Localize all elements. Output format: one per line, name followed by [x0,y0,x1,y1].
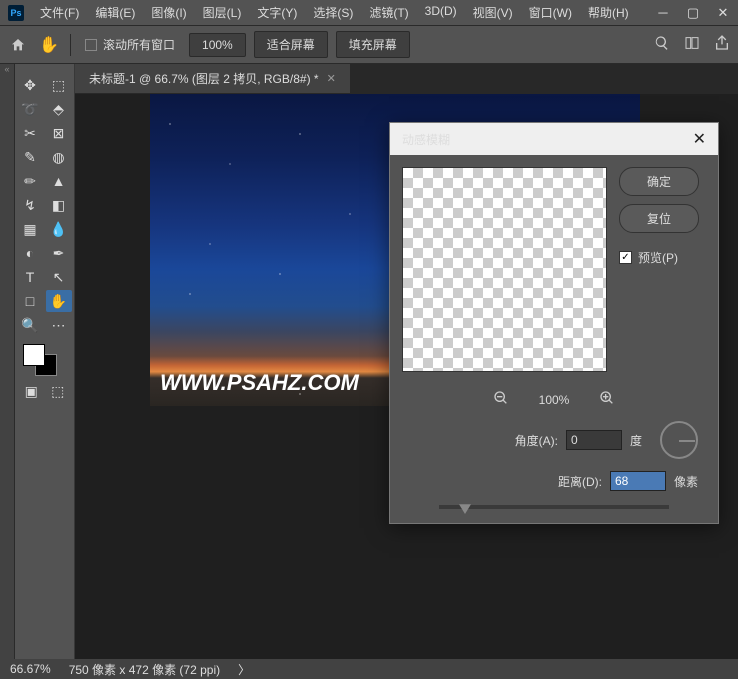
tools-panel: ✥ ⬚ ➰ ⬘ ✂ ⊠ ✎ ◍ ✏ ▲ ↯ ◧ ▦ 💧 ◐ ✒ T ↖ □ ✋ … [15,64,75,659]
distance-unit: 像素 [674,473,698,490]
preview-checkbox[interactable]: ✓ 预览(P) [619,249,699,266]
status-chevron-icon[interactable]: 〉 [238,661,250,678]
close-button[interactable]: ✕ [708,1,738,25]
pen-tool[interactable]: ✒ [46,242,72,264]
type-tool[interactable]: T [17,266,43,288]
scroll-all-checkbox[interactable]: 滚动所有窗口 [79,36,181,53]
document-title: 未标题-1 @ 66.7% (图层 2 拷贝, RGB/8#) * [89,70,319,87]
gradient-tool[interactable]: ▦ [17,218,43,240]
workspace-icon[interactable] [684,35,700,54]
more-tools[interactable]: ⋯ [46,314,72,336]
menu-type[interactable]: 文字(Y) [251,1,303,24]
quick-select-tool[interactable]: ⬘ [46,98,72,120]
angle-input[interactable] [566,430,622,450]
checkbox-checked-icon: ✓ [619,251,632,264]
menu-image[interactable]: 图像(I) [145,1,192,24]
menubar: 文件(F) 编辑(E) 图像(I) 图层(L) 文字(Y) 选择(S) 滤镜(T… [34,1,635,24]
scroll-all-label: 滚动所有窗口 [103,36,175,53]
blur-tool[interactable]: 💧 [46,218,72,240]
reset-button[interactable]: 复位 [619,204,699,233]
menu-help[interactable]: 帮助(H) [582,1,635,24]
distance-input[interactable] [610,471,666,491]
image-watermark: WWW.PSAHZ.COM [160,370,359,396]
canvas-area: 未标题-1 @ 66.7% (图层 2 拷贝, RGB/8#) * ✕ WWW.… [75,64,738,659]
stamp-tool[interactable]: ▲ [46,170,72,192]
fill-screen-button[interactable]: 填充屏幕 [336,31,410,58]
maximize-button[interactable]: ▢ [678,1,708,25]
distance-slider[interactable] [439,505,669,509]
ok-button[interactable]: 确定 [619,167,699,196]
checkbox-icon [85,39,97,51]
brush-tool[interactable]: ✏ [17,170,43,192]
zoom-out-icon[interactable] [493,390,509,409]
menu-select[interactable]: 选择(S) [307,1,359,24]
screen-mode-tool[interactable]: ⬚ [46,380,71,402]
menu-3d[interactable]: 3D(D) [419,1,463,24]
frame-tool[interactable]: ⊠ [46,122,72,144]
document-tab[interactable]: 未标题-1 @ 66.7% (图层 2 拷贝, RGB/8#) * ✕ [75,64,350,93]
slider-thumb[interactable] [459,500,471,514]
dodge-tool[interactable]: ◐ [17,242,43,264]
panel-strip[interactable]: « [0,64,15,659]
titlebar: Ps 文件(F) 编辑(E) 图像(I) 图层(L) 文字(Y) 选择(S) 滤… [0,0,738,26]
eraser-tool[interactable]: ◧ [46,194,72,216]
angle-label: 角度(A): [515,432,558,449]
heal-tool[interactable]: ◍ [46,146,72,168]
zoom-in-icon[interactable] [599,390,615,409]
eyedropper-tool[interactable]: ✎ [17,146,43,168]
options-bar: ✋ 滚动所有窗口 100% 适合屏幕 填充屏幕 [0,26,738,64]
marquee-tool[interactable]: ⬚ [46,74,72,96]
angle-dial[interactable] [660,421,698,459]
foreground-color[interactable] [23,344,45,366]
menu-edit[interactable]: 编辑(E) [89,1,141,24]
status-dimensions[interactable]: 750 像素 x 472 像素 (72 ppi) [69,661,220,678]
color-swatches[interactable] [15,338,74,378]
history-brush-tool[interactable]: ↯ [17,194,43,216]
filter-preview[interactable] [402,167,607,372]
fit-screen-button[interactable]: 适合屏幕 [254,31,328,58]
preview-label: 预览(P) [638,249,678,266]
menu-filter[interactable]: 滤镜(T) [363,1,414,24]
menu-layer[interactable]: 图层(L) [197,1,248,24]
crop-tool[interactable]: ✂ [17,122,43,144]
motion-blur-dialog: 动感模糊 ✕ 确定 复位 ✓ 预览(P) 1 [389,122,719,524]
search-icon[interactable] [654,35,670,54]
hand-tool[interactable]: ✋ [46,290,72,312]
zoom-tool[interactable]: 🔍 [17,314,43,336]
lasso-tool[interactable]: ➰ [17,98,43,120]
menu-window[interactable]: 窗口(W) [523,1,578,24]
home-icon[interactable] [8,36,28,54]
preview-zoom: 100% [539,393,570,407]
distance-label: 距离(D): [558,473,602,490]
hand-tool-icon[interactable]: ✋ [36,32,62,58]
minimize-button[interactable]: ─ [648,1,678,25]
share-icon[interactable] [714,35,730,54]
quick-mask-tool[interactable]: ▣ [19,380,44,402]
close-tab-icon[interactable]: ✕ [327,72,336,85]
canvas-background: WWW.PSAHZ.COM 动感模糊 ✕ 确定 复位 ✓ 预览(P) [75,94,738,659]
dialog-close-button[interactable]: ✕ [693,129,706,149]
menu-view[interactable]: 视图(V) [467,1,519,24]
move-tool[interactable]: ✥ [17,74,43,96]
dialog-titlebar[interactable]: 动感模糊 ✕ [390,123,718,155]
zoom-100-button[interactable]: 100% [189,33,246,57]
shape-tool[interactable]: □ [17,290,43,312]
angle-unit: 度 [630,432,642,449]
menu-file[interactable]: 文件(F) [34,1,85,24]
dialog-title: 动感模糊 [402,131,450,148]
path-select-tool[interactable]: ↖ [46,266,72,288]
status-zoom[interactable]: 66.67% [10,662,51,676]
window-controls: ─ ▢ ✕ [648,1,738,25]
status-bar: 66.67% 750 像素 x 472 像素 (72 ppi) 〉 [0,659,738,679]
app-icon: Ps [8,5,24,21]
